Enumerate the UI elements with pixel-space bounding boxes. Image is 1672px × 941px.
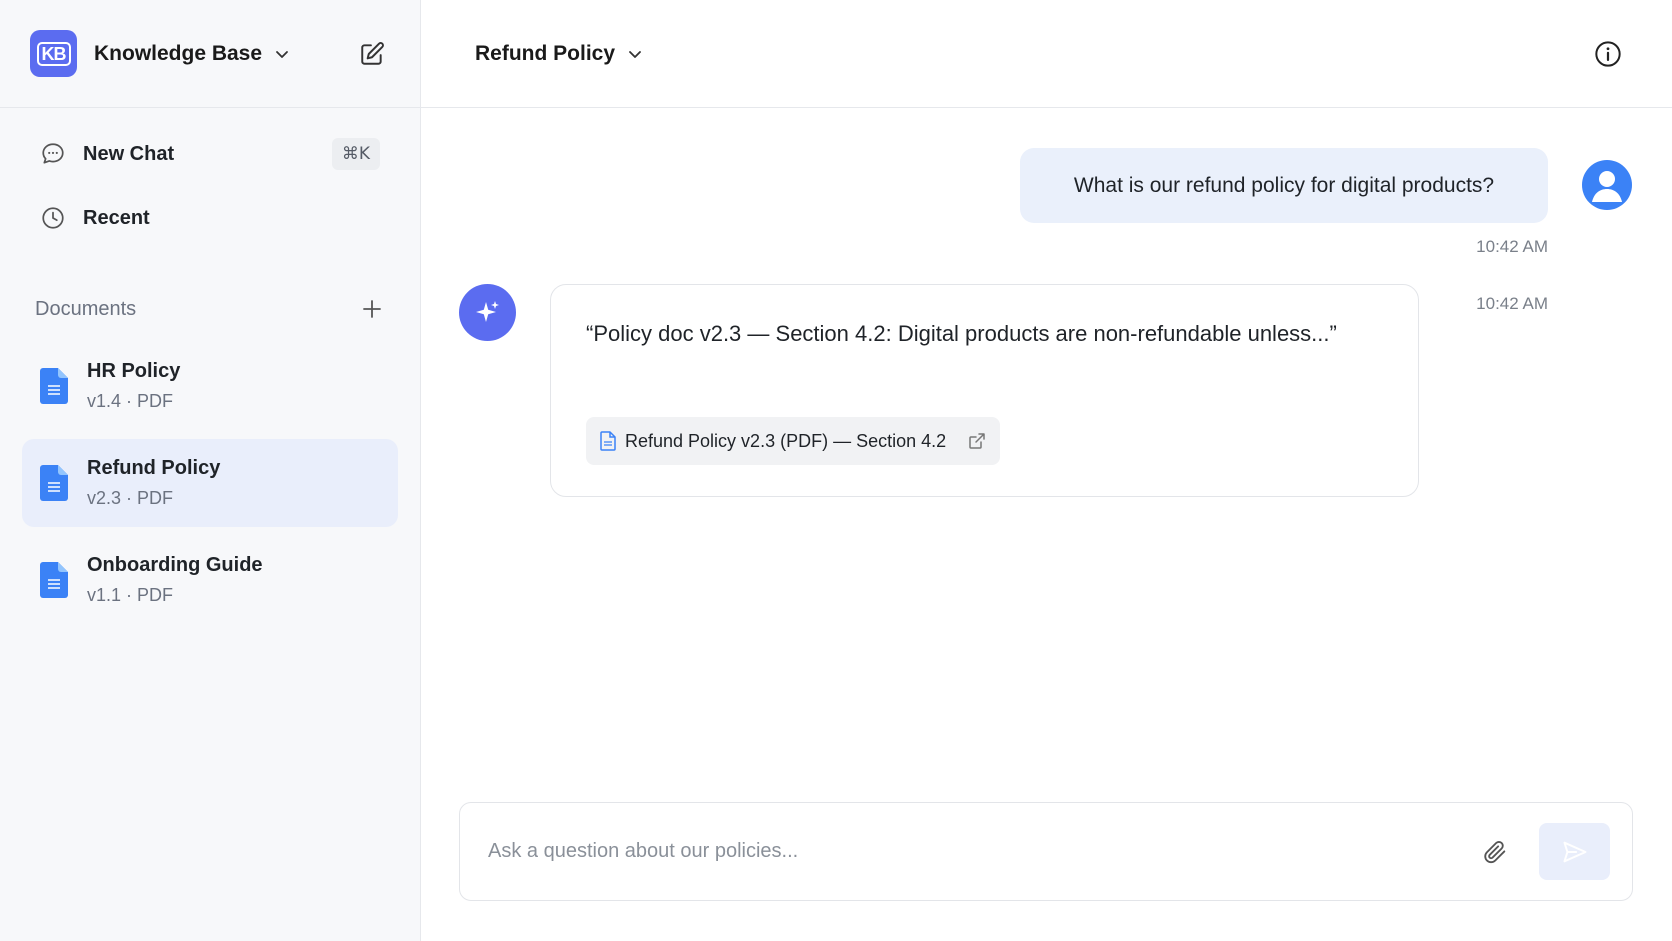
document-item-onboarding-guide[interactable]: Onboarding Guide v1.1 · PDF (22, 536, 398, 624)
chat-bubble-icon (42, 143, 64, 164)
send-icon (1563, 841, 1586, 862)
document-icon (600, 431, 616, 451)
documents-label: Documents (35, 297, 137, 320)
info-icon (1595, 40, 1621, 67)
sidebar-header: KB Knowledge Base (0, 0, 420, 108)
documents-section-header: Documents (0, 292, 420, 326)
assistant-message-text: “Policy doc v2.3 — Section 4.2: Digital … (586, 321, 1337, 346)
document-item-hr-policy[interactable]: HR Policy v1.4 · PDF (22, 342, 398, 430)
chevron-down-icon[interactable] (627, 46, 643, 62)
citation-label: Refund Policy v2.3 (PDF) — Section 4.2 (625, 430, 947, 451)
recent-button[interactable]: Recent (22, 186, 398, 250)
message-composer (459, 802, 1633, 901)
send-button[interactable] (1539, 823, 1610, 880)
document-icon (40, 465, 68, 501)
assistant-avatar (459, 284, 516, 341)
document-meta: v2.3 · PDF (87, 488, 174, 508)
paperclip-icon (1484, 840, 1506, 863)
recent-label: Recent (83, 206, 150, 229)
shortcut-badge: ⌘K (331, 138, 380, 170)
logo-text: KB (36, 41, 71, 66)
sidebar-nav: New Chat ⌘K Recent (0, 108, 420, 250)
chevron-down-icon[interactable] (274, 46, 290, 62)
document-icon (40, 562, 68, 598)
document-list: HR Policy v1.4 · PDF Refund Policy v2.3 … (0, 326, 420, 624)
external-link-icon (968, 432, 986, 450)
document-meta: v1.4 · PDF (87, 391, 174, 411)
user-message: What is our refund policy for digital pr… (1020, 148, 1548, 223)
document-name: HR Policy (87, 360, 181, 382)
sidebar: KB Knowledge Base New Chat ⌘K Recent Doc… (0, 0, 421, 941)
new-chat-label: New Chat (83, 142, 175, 165)
clock-icon (42, 207, 64, 229)
plus-icon (363, 300, 381, 318)
message-input[interactable] (488, 840, 1477, 863)
document-item-refund-policy[interactable]: Refund Policy v2.3 · PDF (22, 439, 398, 527)
info-button[interactable] (1592, 38, 1624, 70)
source-citation-link[interactable]: Refund Policy v2.3 (PDF) — Section 4.2 (586, 417, 1001, 465)
edit-icon (361, 41, 384, 65)
document-selector[interactable]: Refund Policy (475, 42, 615, 66)
document-name: Refund Policy (87, 457, 221, 479)
assistant-message-timestamp: 10:42 AM (1476, 294, 1548, 313)
assistant-message: “Policy doc v2.3 — Section 4.2: Digital … (550, 284, 1419, 497)
user-icon (1592, 171, 1622, 202)
workspace-title[interactable]: Knowledge Base (94, 42, 262, 66)
attach-button[interactable] (1477, 834, 1513, 870)
sparkle-icon (475, 300, 499, 322)
chat-header: Refund Policy (421, 0, 1672, 108)
compose-button[interactable] (354, 36, 390, 72)
add-document-button[interactable] (358, 295, 386, 323)
user-avatar[interactable] (1582, 160, 1632, 210)
document-icon (40, 368, 68, 404)
document-meta: v1.1 · PDF (87, 585, 174, 605)
new-chat-button[interactable]: New Chat ⌘K (22, 122, 398, 186)
user-message-timestamp: 10:42 AM (1476, 237, 1548, 256)
document-name: Onboarding Guide (87, 554, 263, 576)
workspace-logo[interactable]: KB (30, 30, 77, 77)
chat-panel: Refund Policy What is our refund policy … (421, 0, 1672, 941)
